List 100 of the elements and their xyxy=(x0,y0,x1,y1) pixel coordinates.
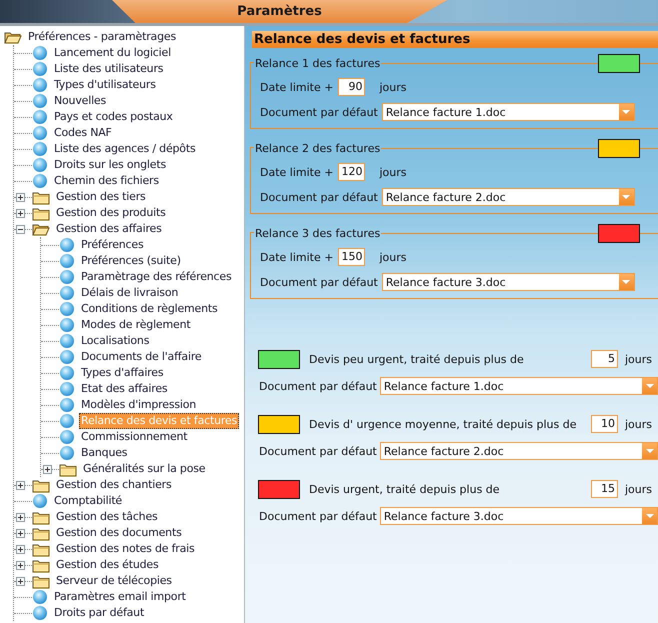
tree-item[interactable]: Types d'utilisateurs xyxy=(52,77,158,93)
tree-item[interactable]: Préférences - paramètrages xyxy=(26,29,178,45)
sphere-icon xyxy=(60,446,74,460)
days-field[interactable]: 150 xyxy=(338,248,366,266)
sphere-icon xyxy=(60,350,74,364)
sphere-icon xyxy=(33,94,47,108)
color-swatch[interactable] xyxy=(258,414,300,434)
tree-item[interactable]: Gestion des documents xyxy=(54,525,184,541)
expand-toggle[interactable] xyxy=(16,512,25,522)
document-dropdown[interactable]: Relance facture 1.doc xyxy=(380,377,658,395)
sphere-icon xyxy=(60,366,74,380)
sphere-icon xyxy=(33,110,47,124)
expand-toggle[interactable] xyxy=(16,576,25,586)
color-swatch[interactable] xyxy=(598,54,640,72)
tree-item[interactable]: Gestion des chantiers xyxy=(54,477,174,493)
sphere-icon xyxy=(33,590,47,604)
tree-item[interactable]: Modes de règlement xyxy=(79,317,192,333)
caret-icon xyxy=(622,280,630,284)
tree-item[interactable]: Comptabilité xyxy=(52,493,124,509)
sphere-icon xyxy=(33,126,47,140)
tree-item[interactable]: Gestion des tiers xyxy=(54,189,148,205)
days-field[interactable]: 10 xyxy=(590,415,618,433)
document-dropdown[interactable]: Relance facture 3.doc xyxy=(382,273,635,291)
tree-item[interactable]: Conditions de règlements xyxy=(79,301,220,317)
field-label: Document par défaut xyxy=(260,106,378,118)
tree-item[interactable]: Liste des utilisateurs xyxy=(52,61,166,77)
document-dropdown[interactable]: Relance facture 2.doc xyxy=(380,442,658,460)
tree-item[interactable]: Généralités sur la pose xyxy=(81,461,208,477)
tree-item[interactable]: Etat des affaires xyxy=(79,381,170,397)
caret-icon xyxy=(646,514,654,518)
tree-item[interactable]: Gestion des études xyxy=(54,557,161,573)
field-label: Date limite + xyxy=(260,166,334,178)
sphere-icon xyxy=(60,286,74,300)
tree-item[interactable]: Droits sur les onglets xyxy=(52,157,168,173)
tree-item[interactable]: Serveur de télécopies xyxy=(54,573,174,589)
tree-item[interactable]: Lancement du logiciel xyxy=(52,45,173,61)
expand-toggle[interactable] xyxy=(43,464,52,474)
tree-item[interactable]: Localisations xyxy=(79,333,152,349)
color-swatch[interactable] xyxy=(258,480,300,498)
sphere-icon xyxy=(33,78,47,92)
field-label: Document par défaut xyxy=(260,276,378,288)
document-dropdown[interactable]: Relance facture 3.doc xyxy=(380,507,658,525)
document-dropdown[interactable]: Relance facture 1.doc xyxy=(382,103,635,121)
tree-item[interactable]: Modèles d'impression xyxy=(79,397,198,413)
tree-item[interactable]: Délais de livraison xyxy=(79,285,180,301)
urgency-label: Devis urgent, traité depuis plus de xyxy=(309,482,501,496)
days-field[interactable]: 15 xyxy=(590,480,618,498)
tree-item[interactable]: Gestion des notes de frais xyxy=(54,541,197,557)
expand-toggle[interactable] xyxy=(16,528,25,538)
urgency-label: Devis peu urgent, traité depuis plus de xyxy=(309,352,525,366)
color-swatch[interactable] xyxy=(258,350,300,368)
unit-label: jours xyxy=(379,250,406,264)
sphere-icon xyxy=(60,430,74,444)
sphere-icon xyxy=(33,158,47,172)
field-label: Date limite + xyxy=(260,250,334,264)
sphere-icon xyxy=(60,382,74,396)
caret-icon xyxy=(646,384,654,388)
expand-toggle[interactable] xyxy=(16,208,25,218)
tree-item[interactable]: Paramètres email import xyxy=(52,589,188,605)
tree-item[interactable]: Pays et codes postaux xyxy=(52,109,175,125)
tree-item[interactable]: Gestion des tâches xyxy=(54,509,160,525)
color-swatch[interactable] xyxy=(598,224,640,242)
expand-toggle[interactable] xyxy=(16,560,25,570)
expand-toggle[interactable] xyxy=(16,544,25,554)
days-field[interactable]: 90 xyxy=(338,78,366,96)
days-field[interactable]: 5 xyxy=(590,350,618,368)
sphere-icon xyxy=(60,254,74,268)
sphere-icon xyxy=(33,494,47,508)
tree-item[interactable]: Nouvelles xyxy=(52,93,108,109)
group-title: Relance 3 des factures xyxy=(254,226,382,240)
document-dropdown[interactable]: Relance facture 2.doc xyxy=(382,188,635,206)
sphere-icon xyxy=(60,270,74,284)
sphere-icon xyxy=(33,62,47,76)
caret-icon xyxy=(646,449,654,453)
tree-item[interactable]: Préférences (suite) xyxy=(79,253,183,269)
tree-item[interactable]: Commissionnement xyxy=(79,429,190,445)
tree-item[interactable]: Préférences xyxy=(79,237,146,253)
sphere-icon xyxy=(60,414,74,428)
expand-toggle[interactable] xyxy=(16,480,25,490)
collapse-toggle[interactable] xyxy=(16,224,25,234)
group-title: Relance 1 des factures xyxy=(254,56,382,70)
tree-item[interactable]: Banques xyxy=(79,445,130,461)
unit-label: jours xyxy=(624,418,652,430)
field-label: Date limite + xyxy=(260,80,334,94)
days-field[interactable]: 120 xyxy=(338,163,366,181)
group-title: Relance 2 des factures xyxy=(254,142,382,154)
expand-toggle[interactable] xyxy=(16,192,25,202)
sphere-icon xyxy=(60,302,74,316)
tree-item[interactable]: Droits par défaut xyxy=(52,605,146,621)
tree-item[interactable]: Paramètrage des références xyxy=(79,269,234,285)
tree-item[interactable]: Chemin des fichiers xyxy=(52,173,161,189)
tree-item[interactable]: Types d'affaires xyxy=(79,365,166,381)
color-swatch[interactable] xyxy=(598,138,640,158)
tree-item[interactable]: Gestion des affaires xyxy=(54,221,164,237)
tree-item[interactable]: Codes NAF xyxy=(52,125,114,141)
sphere-icon xyxy=(33,606,47,620)
sphere-icon xyxy=(33,142,47,156)
tree-item[interactable]: Gestion des produits xyxy=(54,205,168,221)
tree-item[interactable]: Liste des agences / dépôts xyxy=(52,141,198,157)
tree-item[interactable]: Documents de l'affaire xyxy=(79,349,204,365)
